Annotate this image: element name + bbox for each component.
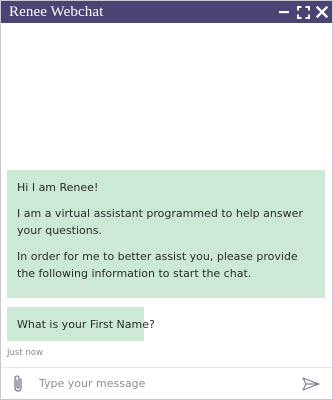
maximize-icon	[296, 5, 310, 19]
greeting-message: Hi I am Renee! I am a virtual assistant …	[7, 170, 325, 298]
title-bar: Renee Webchat	[1, 1, 332, 23]
maximize-button[interactable]	[294, 1, 312, 23]
first-name-question: What is your First Name?	[7, 307, 155, 341]
greeting-line-2: I am a virtual assistant programmed to h…	[17, 207, 303, 237]
greeting-line-1: Hi I am Renee!	[17, 181, 99, 194]
chat-window: Renee Webchat Hi I am Renee! I am a virt…	[0, 0, 333, 400]
window-title: Renee Webchat	[9, 3, 104, 20]
attach-button[interactable]	[3, 369, 33, 399]
send-icon	[302, 376, 320, 391]
message-composer	[1, 367, 332, 399]
message-input[interactable]	[33, 371, 296, 396]
minimize-button[interactable]	[275, 1, 293, 23]
message-list[interactable]: Hi I am Renee! I am a virtual assistant …	[1, 23, 332, 363]
close-icon	[316, 6, 328, 18]
paperclip-icon	[14, 374, 22, 392]
minimize-icon	[279, 11, 289, 14]
send-button[interactable]	[296, 369, 326, 399]
message-timestamp: Just now	[7, 348, 43, 358]
close-button[interactable]	[313, 1, 331, 23]
greeting-line-3: In order for me to better assist you, pl…	[17, 250, 298, 280]
